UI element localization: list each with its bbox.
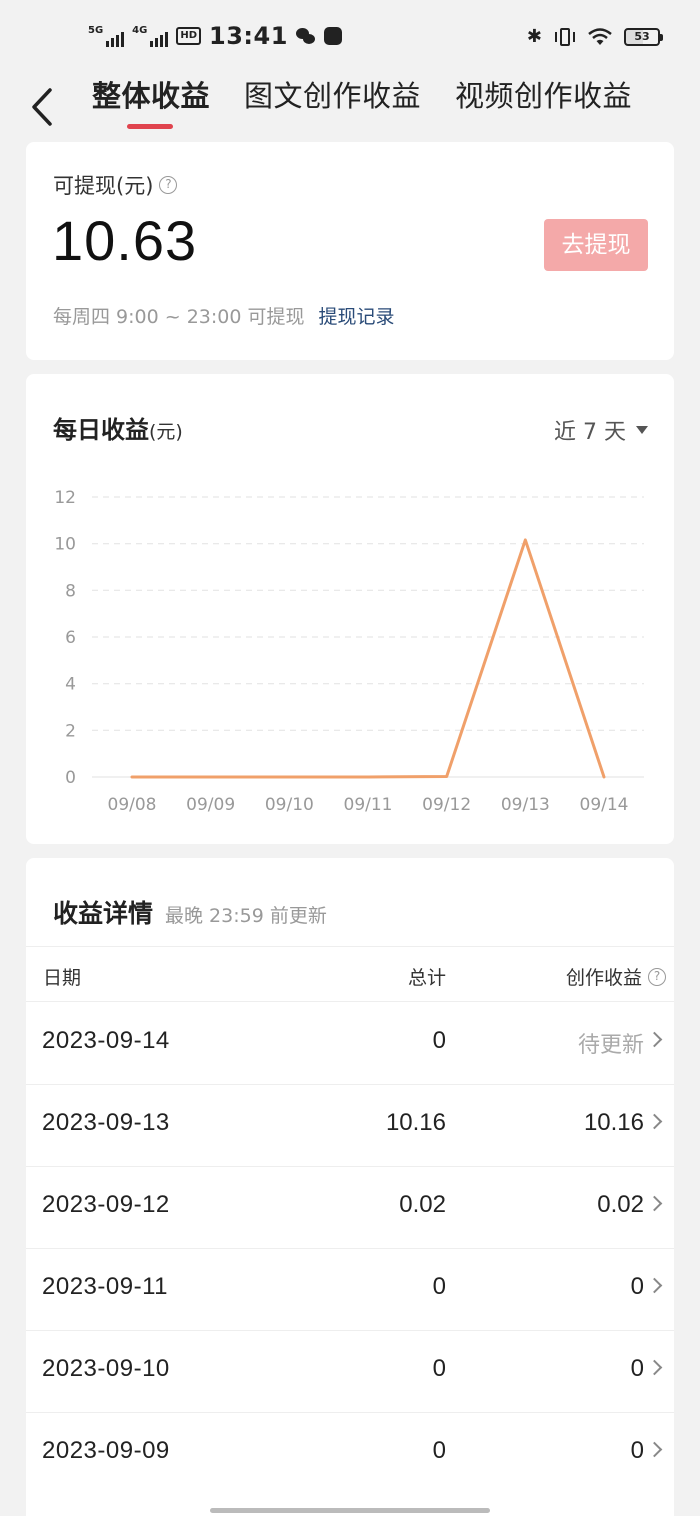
column-creation-label: 创作收益 xyxy=(565,967,642,989)
chart-title: 每日收益(元) xyxy=(53,410,183,445)
table-row[interactable]: 2023-09-12 0.02 0.02 xyxy=(26,1167,674,1249)
withdraw-schedule-note: 每周四 9:00 ~ 23:00 可提现 xyxy=(53,306,305,328)
detail-title: 收益详情 xyxy=(53,899,154,928)
table-header: 日期 总计 创作收益 ? xyxy=(26,946,674,1002)
sim2-label: 4G xyxy=(132,25,148,36)
tab-bar: 整体收益 图文创作收益 视频创作收益 xyxy=(92,78,666,114)
daily-earnings-card: 0 2 4 6 8 10 12 09/08 09/09 09/10 09/11 09/12 09/13 0… xyxy=(26,374,674,844)
chevron-right-icon xyxy=(646,1277,663,1294)
table-row[interactable]: 2023-09-09 0 0 xyxy=(26,1413,674,1495)
table-row[interactable]: 2023-09-14 0 待更新 xyxy=(26,1003,674,1085)
row-total: 0 xyxy=(432,1273,446,1300)
active-tab-indicator xyxy=(127,124,173,129)
column-creation: 创作收益 ? xyxy=(566,963,666,990)
balance-amount: 10.63 xyxy=(52,209,198,272)
chart-title-text: 每日收益 xyxy=(53,416,149,444)
withdraw-button[interactable]: 去提现 xyxy=(544,219,648,271)
y-tick-label: 6 xyxy=(65,628,76,648)
range-label: 近 7 天 xyxy=(554,420,626,445)
detail-subtitle: 最晚 23:59 前更新 xyxy=(165,905,327,927)
header: 整体收益 图文创作收益 视频创作收益 xyxy=(0,66,700,136)
withdraw-record-link[interactable]: 提现记录 xyxy=(319,302,395,329)
row-total: 10.16 xyxy=(385,1109,446,1136)
x-tick-label: 09/11 xyxy=(344,795,393,815)
row-creation: 0 xyxy=(630,1355,644,1382)
x-tick-label: 09/10 xyxy=(265,795,314,815)
row-date: 2023-09-11 xyxy=(42,1273,168,1300)
row-total: 0 xyxy=(432,1355,446,1382)
row-date: 2023-09-09 xyxy=(42,1437,170,1464)
chevron-right-icon xyxy=(646,1113,663,1130)
vibrate-icon xyxy=(554,27,576,46)
earnings-detail-card: 收益详情 最晚 23:59 前更新 日期 总计 创作收益 ? 2023-09-1… xyxy=(26,858,674,1516)
table-row[interactable]: 2023-09-11 0 0 xyxy=(26,1249,674,1331)
table-row[interactable]: 2023-09-10 0 0 xyxy=(26,1331,674,1413)
row-creation: 0 xyxy=(630,1437,644,1464)
wechat-icon xyxy=(295,26,316,46)
tab-overall[interactable]: 整体收益 xyxy=(92,78,210,114)
row-date: 2023-09-12 xyxy=(42,1191,170,1218)
row-date: 2023-09-14 xyxy=(42,1027,170,1054)
chevron-right-icon xyxy=(646,1031,663,1048)
hd-icon: HD xyxy=(176,27,202,45)
tab-graphic[interactable]: 图文创作收益 xyxy=(244,78,421,114)
row-date: 2023-09-13 xyxy=(42,1109,170,1136)
x-tick-label: 09/13 xyxy=(501,795,550,815)
battery-icon: 53 xyxy=(624,27,663,46)
tab-video[interactable]: 视频创作收益 xyxy=(455,78,632,114)
bluetooth-icon: ✱ xyxy=(526,26,542,47)
row-total: 0.02 xyxy=(399,1191,446,1218)
withdraw-note-row: 每周四 9:00 ~ 23:00 可提现 提现记录 xyxy=(53,302,395,329)
sim1-label: 5G xyxy=(88,25,104,36)
chart-title-unit: (元) xyxy=(149,421,183,443)
balance-card: 可提现(元) ? 10.63 去提现 每周四 9:00 ~ 23:00 可提现 … xyxy=(26,142,674,360)
chevron-right-icon xyxy=(646,1359,663,1376)
y-tick-label: 2 xyxy=(65,721,76,741)
balance-label-row: 可提现(元) ? xyxy=(53,170,178,200)
sim1-signal-icon: 5G xyxy=(88,25,125,47)
row-date: 2023-09-10 xyxy=(42,1355,170,1382)
row-total: 0 xyxy=(432,1437,446,1464)
notification-icon xyxy=(323,27,342,45)
x-tick-label: 09/12 xyxy=(422,795,471,815)
chevron-right-icon xyxy=(646,1195,663,1212)
y-tick-label: 4 xyxy=(65,675,76,695)
status-bar: 5G 4G HD 13:41 ✱ 53 xyxy=(0,0,700,76)
sim2-signal-icon: 4G xyxy=(132,25,169,47)
x-tick-label: 09/14 xyxy=(580,795,629,815)
y-tick-label: 8 xyxy=(65,581,76,601)
y-tick-label: 12 xyxy=(54,488,76,508)
balance-label: 可提现(元) xyxy=(53,174,154,198)
row-creation: 待更新 xyxy=(577,1033,644,1058)
detail-header: 收益详情 最晚 23:59 前更新 xyxy=(53,894,327,930)
x-tick-label: 09/09 xyxy=(186,795,235,815)
help-icon[interactable]: ? xyxy=(159,176,178,194)
y-tick-label: 0 xyxy=(65,768,76,788)
detail-rows: 2023-09-14 0 待更新 2023-09-13 10.16 10.16 … xyxy=(26,1003,674,1495)
wifi-icon xyxy=(588,27,612,45)
status-time: 13:41 xyxy=(209,22,288,50)
column-total: 总计 xyxy=(407,967,446,989)
row-creation: 10.16 xyxy=(583,1109,644,1136)
x-tick-label: 09/08 xyxy=(108,795,157,815)
series-line xyxy=(130,538,606,779)
back-icon[interactable] xyxy=(26,86,58,128)
row-creation: 0.02 xyxy=(597,1191,644,1218)
row-total: 0 xyxy=(432,1027,446,1054)
table-row[interactable]: 2023-09-13 10.16 10.16 xyxy=(26,1085,674,1167)
chevron-right-icon xyxy=(646,1441,663,1458)
column-date: 日期 xyxy=(43,967,82,989)
help-icon[interactable]: ? xyxy=(648,967,666,986)
range-selector[interactable]: 近 7 天 xyxy=(554,414,648,446)
home-indicator[interactable] xyxy=(210,1508,490,1513)
row-creation: 0 xyxy=(630,1273,644,1300)
y-tick-label: 10 xyxy=(54,535,76,555)
dropdown-caret-icon xyxy=(636,426,648,434)
